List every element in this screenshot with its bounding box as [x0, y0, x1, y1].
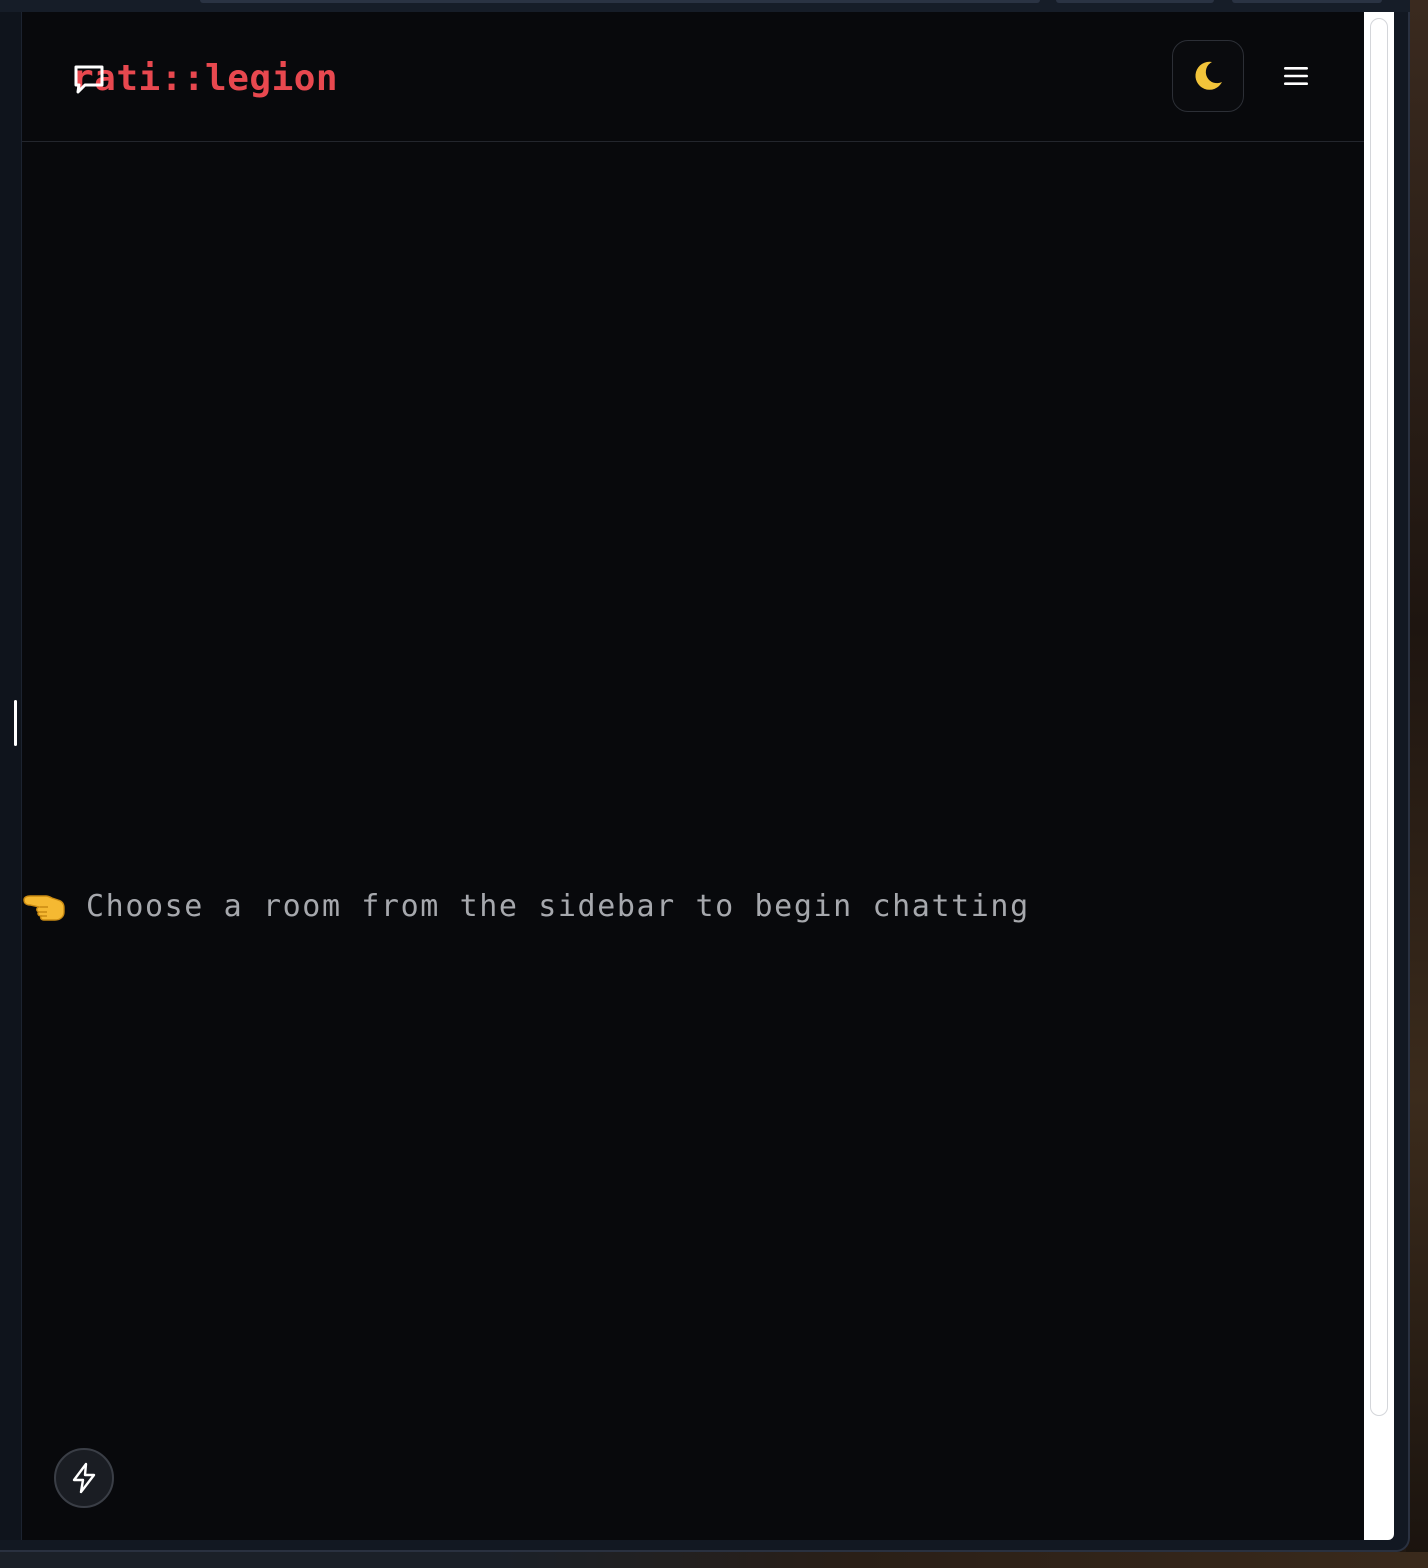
- menu-button[interactable]: [1274, 52, 1318, 100]
- quick-action-button[interactable]: [54, 1448, 114, 1508]
- empty-state: Choose a room from the sidebar to begin …: [22, 884, 1030, 928]
- scrollbar-track[interactable]: [1364, 12, 1394, 1540]
- tab[interactable]: [1232, 0, 1382, 3]
- lightning-bolt-icon: [72, 1462, 96, 1494]
- pointing-left-hand-icon: [23, 895, 65, 921]
- chat-bubble-icon: [74, 65, 104, 94]
- sidebar-resize-handle[interactable]: [14, 700, 17, 746]
- hamburger-menu-icon: [1284, 67, 1308, 85]
- app-title: rati::legion: [72, 57, 339, 99]
- collapsed-sidebar: [0, 12, 22, 1540]
- chat-app: rati::legion Choose a room from the side…: [22, 12, 1364, 1540]
- tab-strip: [0, 0, 1410, 12]
- tab[interactable]: [200, 0, 1040, 3]
- empty-state-message: Choose a room from the sidebar to begin …: [86, 888, 1030, 924]
- scrollbar-thumb[interactable]: [1370, 18, 1388, 1416]
- theme-toggle-button[interactable]: [1172, 40, 1244, 112]
- app-header: rati::legion: [22, 12, 1364, 142]
- brand[interactable]: rati::legion: [72, 54, 338, 102]
- tab[interactable]: [1056, 0, 1214, 3]
- crescent-moon-icon: [1195, 61, 1222, 90]
- desktop-taskbar-edge: [0, 1552, 1428, 1568]
